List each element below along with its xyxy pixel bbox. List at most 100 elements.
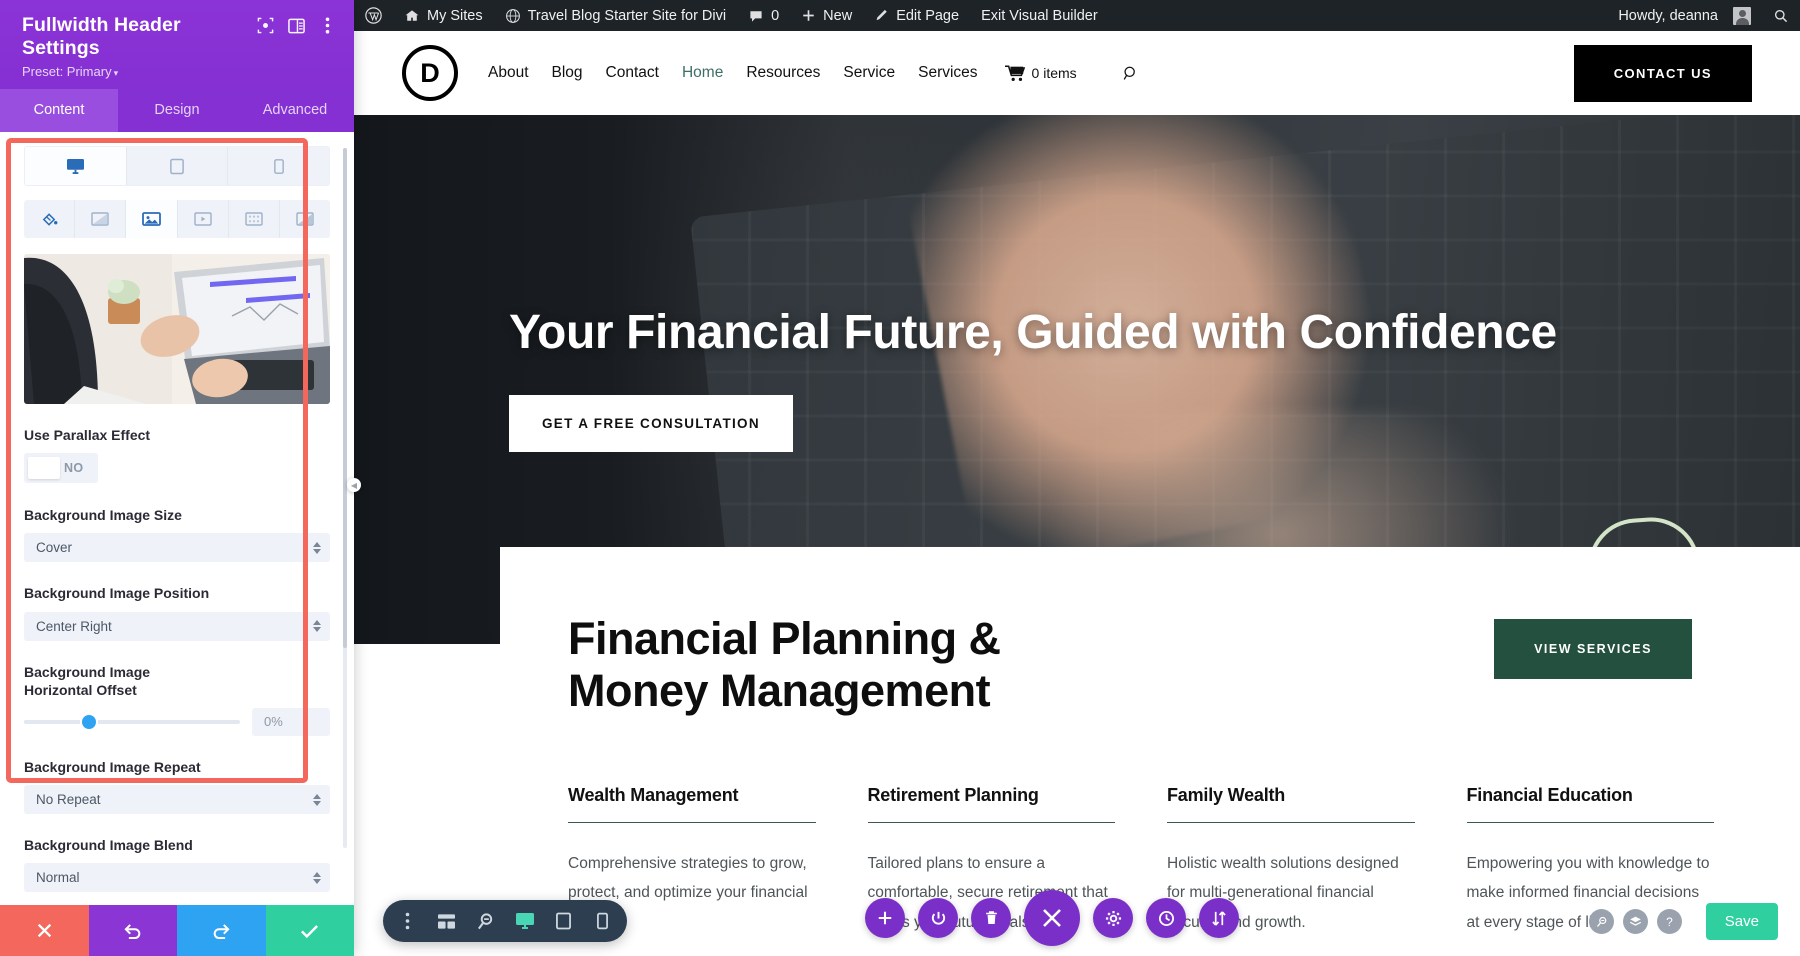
help-button[interactable]: ?: [1657, 909, 1682, 934]
breakpoint-tablet[interactable]: [126, 147, 229, 185]
layers-button[interactable]: [1623, 909, 1648, 934]
divider: [1466, 821, 1714, 823]
nav-item-service[interactable]: Service: [843, 64, 895, 82]
plus-icon: [801, 8, 816, 23]
bg-color-tab[interactable]: [24, 200, 76, 238]
builder-kebab-menu-button[interactable]: [389, 904, 426, 938]
adminbar-my-sites[interactable]: My Sites: [393, 0, 494, 31]
adminbar-howdy[interactable]: Howdy, deanna: [1607, 0, 1762, 31]
site-search-icon[interactable]: [1122, 65, 1139, 82]
image-size-select[interactable]: Cover: [24, 533, 330, 563]
adminbar-search[interactable]: [1762, 0, 1800, 31]
builder-wireframe-button[interactable]: [428, 904, 465, 938]
panel-resize-handle[interactable]: ◀: [347, 478, 361, 492]
image-repeat-label: Background Image Repeat: [24, 758, 201, 775]
background-image-thumbnail: [24, 254, 330, 404]
close-builder-menu-button[interactable]: [1024, 890, 1080, 946]
nav-item-contact[interactable]: Contact: [606, 64, 659, 82]
image-blend-select[interactable]: Normal: [24, 863, 330, 893]
save-button[interactable]: Save: [1705, 903, 1778, 940]
kebab-menu-icon[interactable]: [319, 17, 336, 34]
tablet-icon: [556, 912, 571, 930]
adminbar-new[interactable]: New: [790, 0, 863, 31]
redo-icon: [212, 922, 231, 940]
adminbar-site-name[interactable]: Travel Blog Starter Site for Divi: [494, 0, 738, 31]
adminbar-edit-page[interactable]: Edit Page: [863, 0, 970, 31]
wireframe-icon: [437, 913, 456, 930]
builder-phone-view-button[interactable]: [584, 904, 621, 938]
builder-module-actions: [865, 890, 1239, 946]
nav-item-about[interactable]: About: [488, 64, 529, 82]
add-module-button[interactable]: [865, 898, 905, 938]
view-services-button[interactable]: VIEW SERVICES: [1494, 619, 1692, 679]
bg-pattern-tab[interactable]: [228, 200, 280, 238]
adminbar-my-sites-label: My Sites: [427, 7, 483, 24]
undo-button[interactable]: [88, 905, 177, 956]
parallax-toggle[interactable]: NO: [24, 453, 98, 484]
horizontal-offset-slider[interactable]: [24, 714, 240, 729]
bg-video-tab[interactable]: [177, 200, 229, 238]
zoom-out-icon: [476, 912, 495, 931]
adminbar-exit-label: Exit Visual Builder: [981, 7, 1098, 24]
settings-header-icons: [257, 14, 336, 34]
target-icon[interactable]: [257, 17, 274, 34]
reorder-button[interactable]: [1199, 898, 1239, 938]
image-position-select[interactable]: Center Right: [24, 611, 330, 641]
chevron-left-icon: ◀: [350, 480, 358, 490]
discard-changes-button[interactable]: [0, 905, 89, 956]
horizontal-offset-label-line2: Horizontal Offset: [24, 681, 137, 698]
avatar: [1733, 6, 1751, 25]
tab-content[interactable]: Content: [0, 89, 118, 132]
wordpress-logo-icon: [365, 7, 382, 24]
nav-item-blog[interactable]: Blog: [552, 64, 583, 82]
panel-scrollbar[interactable]: [343, 148, 347, 848]
disable-module-button[interactable]: [918, 898, 958, 938]
tab-design[interactable]: Design: [118, 89, 236, 132]
panel-scrollbar-thumb[interactable]: [343, 148, 347, 648]
save-settings-button[interactable]: [265, 905, 354, 956]
cart-link[interactable]: 0 items: [1004, 64, 1077, 82]
tab-advanced[interactable]: Advanced: [236, 89, 354, 132]
site-preview-canvas: D About Blog Contact Home Resources Serv…: [354, 31, 1800, 956]
background-image-preview[interactable]: [24, 254, 330, 404]
hero-cta-button[interactable]: GET A FREE CONSULTATION: [509, 395, 793, 453]
redo-button[interactable]: [177, 905, 266, 956]
cart-count-label: 0 items: [1031, 65, 1077, 81]
bg-gradient-tab[interactable]: [75, 200, 127, 238]
delete-module-button[interactable]: [971, 898, 1011, 938]
contact-us-button[interactable]: CONTACT US: [1573, 44, 1752, 102]
adminbar-wordpress-logo[interactable]: [354, 0, 393, 31]
image-repeat-select[interactable]: No Repeat: [24, 785, 330, 815]
settings-scroll-area[interactable]: Use Parallax Effect NO Background Image …: [0, 132, 354, 905]
select-arrows-icon: [313, 541, 321, 554]
module-settings-panel: Fullwidth Header Settings Preset: Primar…: [0, 0, 361, 956]
adminbar-comments[interactable]: 0: [737, 0, 790, 31]
adminbar-site-label: Travel Blog Starter Site for Divi: [527, 7, 727, 24]
zoom-out-button[interactable]: [1589, 909, 1614, 934]
builder-tablet-view-button[interactable]: [545, 904, 582, 938]
preset-selector[interactable]: Preset: Primary ▾: [22, 64, 336, 79]
layout-icon[interactable]: [288, 17, 305, 34]
bg-mask-tab[interactable]: [279, 200, 330, 238]
builder-zoom-out-button[interactable]: [467, 904, 504, 938]
wp-admin-bar: My Sites Travel Blog Starter Site for Di…: [354, 0, 1800, 31]
breakpoint-phone[interactable]: [228, 147, 329, 185]
adminbar-exit-visual-builder[interactable]: Exit Visual Builder: [970, 0, 1109, 31]
trash-icon: [984, 910, 999, 926]
tablet-icon: [170, 158, 184, 175]
site-logo[interactable]: D: [402, 45, 458, 101]
image-size-field: Background Image Size Cover: [24, 506, 330, 563]
history-button[interactable]: [1146, 898, 1186, 938]
nav-item-resources[interactable]: Resources: [746, 64, 820, 82]
module-settings-button[interactable]: [1093, 898, 1133, 938]
pattern-icon: [245, 212, 263, 226]
services-heading: Financial Planning & Money Management: [568, 613, 1001, 716]
builder-desktop-view-button[interactable]: [506, 904, 543, 938]
nav-item-home[interactable]: Home: [682, 64, 723, 82]
breakpoint-desktop[interactable]: [25, 147, 127, 185]
nav-item-services[interactable]: Services: [918, 64, 977, 82]
slider-thumb[interactable]: [81, 714, 96, 729]
horizontal-offset-value[interactable]: 0%: [252, 707, 330, 736]
adminbar-new-label: New: [823, 7, 853, 24]
bg-image-tab[interactable]: [126, 200, 178, 238]
